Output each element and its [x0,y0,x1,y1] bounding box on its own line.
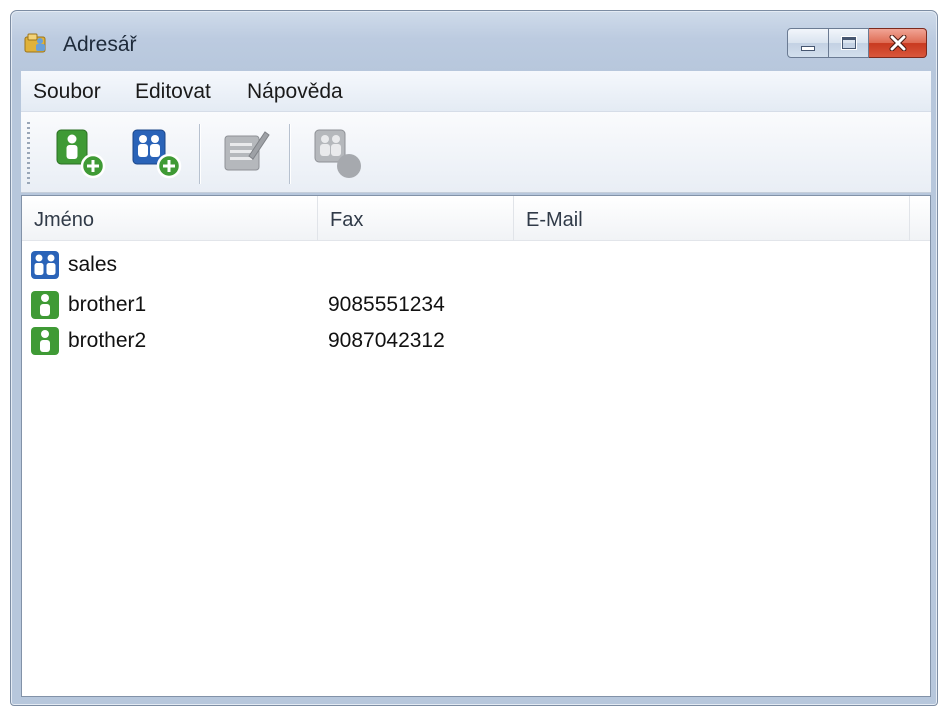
list-item[interactable]: brother2 9087042312 [22,324,930,360]
address-book-window: Adresář Soubor Editovat Nápověda Jméno F… [10,10,938,706]
close-button[interactable] [869,28,927,58]
close-icon [889,35,906,51]
row-fax: 9085551234 [328,293,445,316]
row-name: brother1 [68,293,147,316]
edit-entry-icon[interactable] [215,122,277,184]
row-fax: 9087042312 [328,329,445,352]
maximize-button[interactable] [829,28,869,58]
column-header-fax[interactable]: Fax [318,196,514,241]
add-group-icon[interactable] [125,122,187,184]
address-book-icon [24,33,46,53]
row-name: brother2 [68,329,147,352]
menu-bar: Soubor Editovat Nápověda [21,71,931,111]
list-header: Jméno Fax E-Mail [22,196,930,241]
window-title: Adresář [63,33,137,56]
title-bar[interactable]: Adresář [11,11,937,69]
row-name: sales [68,253,118,276]
add-contact-icon[interactable] [49,122,111,184]
toolbar [21,111,931,193]
list-item[interactable]: brother1 9085551234 [22,288,930,324]
toolbar-separator [289,124,291,184]
list-item[interactable]: sales [22,248,930,284]
minimize-icon [801,45,815,51]
group-icon [31,251,59,279]
column-header-email[interactable]: E-Mail [514,196,910,241]
menu-soubor[interactable]: Soubor [33,80,101,104]
delete-entry-icon[interactable] [305,122,367,184]
column-header-name[interactable]: Jméno [22,196,318,241]
address-list[interactable]: Jméno Fax E-Mail sales brother1 90855512… [21,195,931,697]
maximize-icon [841,37,856,49]
contact-icon [31,291,59,319]
menu-napoveda[interactable]: Nápověda [247,80,343,104]
caption-buttons [787,28,927,60]
contact-icon [31,327,59,355]
toolbar-grip[interactable] [27,122,30,184]
menu-editovat[interactable]: Editovat [135,80,211,104]
toolbar-separator [199,124,201,184]
minimize-button[interactable] [787,28,829,58]
